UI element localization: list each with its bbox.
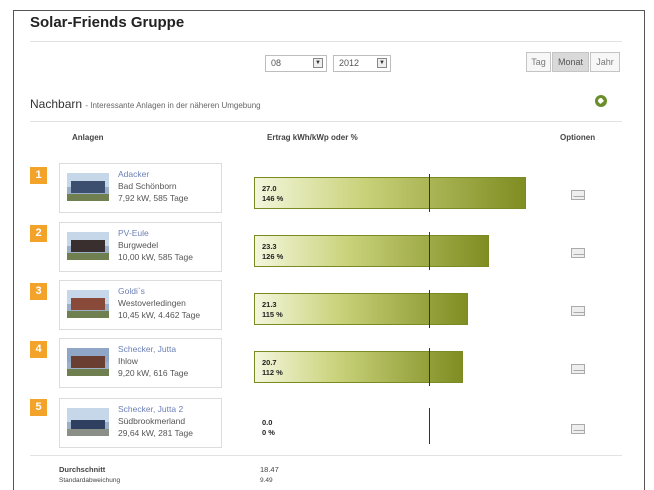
mail-icon[interactable]	[571, 306, 585, 316]
plant-card[interactable]: PV-Eule Burgwedel 10,00 kW, 585 Tage	[59, 222, 222, 272]
yield-bar	[254, 351, 463, 383]
std-deviation-value: 9.49	[260, 477, 273, 484]
average-marker	[429, 290, 430, 328]
year-select[interactable]: 2012 ▼	[333, 55, 391, 72]
yield-value: 21.3	[262, 300, 277, 309]
rank-badge: 3	[30, 283, 47, 300]
yield-percent: 146 %	[262, 194, 284, 203]
plant-location: Ihlow	[118, 356, 138, 366]
plant-location: Westoverledingen	[118, 298, 186, 308]
plant-card[interactable]: Schecker, Jutta Ihlow 9,20 kW, 616 Tage	[59, 338, 222, 388]
rank-badge: 2	[30, 225, 47, 242]
plant-location: Burgwedel	[118, 240, 159, 250]
yield-percent: 112 %	[262, 368, 283, 377]
yield-bar	[254, 177, 526, 209]
plant-thumbnail	[67, 348, 109, 376]
footer-divider	[30, 455, 622, 456]
plant-card[interactable]: Goldi`s Westoverledingen 10,45 kW, 4.462…	[59, 280, 222, 330]
year-value: 2012	[339, 58, 360, 68]
average-marker	[429, 348, 430, 386]
plant-info: 9,20 kW, 616 Tage	[118, 368, 189, 378]
plant-name-link[interactable]: PV-Eule	[118, 228, 149, 238]
month-select[interactable]: 08 ▼	[265, 55, 327, 72]
page-title: Solar-Friends Gruppe	[30, 14, 185, 31]
yield-value: 0.0	[262, 418, 273, 427]
mail-icon[interactable]	[571, 364, 585, 374]
yield-percent: 126 %	[262, 252, 284, 261]
globe-icon[interactable]	[595, 95, 607, 107]
plant-name-link[interactable]: Goldi`s	[118, 286, 145, 296]
yield-percent: 0 %	[262, 428, 275, 437]
column-header-ertrag: Ertrag kWh/kWp oder %	[267, 133, 358, 142]
average-marker	[429, 408, 430, 444]
average-label: Durchschnitt	[59, 465, 106, 474]
title-divider	[30, 41, 622, 42]
section-title: Nachbarn	[30, 97, 83, 111]
tab-jahr[interactable]: Jahr	[590, 52, 620, 72]
plant-name-link[interactable]: Adacker	[118, 169, 149, 179]
rank-badge: 5	[30, 399, 47, 416]
yield-percent: 115 %	[262, 310, 283, 319]
month-value: 08	[271, 58, 282, 68]
section-divider	[30, 121, 622, 122]
average-marker	[429, 174, 430, 212]
std-deviation-label: Standardabweichung	[59, 477, 121, 484]
plant-info: 10,00 kW, 585 Tage	[118, 252, 193, 262]
plant-thumbnail	[67, 173, 109, 201]
plant-thumbnail	[67, 408, 109, 436]
average-value: 18.47	[260, 465, 279, 474]
yield-value: 27.0	[262, 184, 277, 193]
plant-location: Bad Schönborn	[118, 181, 177, 191]
yield-value: 23.3	[262, 242, 277, 251]
section-subtitle: - Interessante Anlagen in der näheren Um…	[85, 101, 261, 110]
plant-thumbnail	[67, 290, 109, 318]
tab-tag[interactable]: Tag	[526, 52, 551, 72]
yield-value: 20.7	[262, 358, 277, 367]
plant-name-link[interactable]: Schecker, Jutta	[118, 344, 176, 354]
tab-monat[interactable]: Monat	[552, 52, 589, 72]
mail-icon[interactable]	[571, 190, 585, 200]
plant-info: 29,64 kW, 281 Tage	[118, 428, 193, 438]
mail-icon[interactable]	[571, 248, 585, 258]
plant-location: Südbrookmerland	[118, 416, 186, 426]
plant-name-link[interactable]: Schecker, Jutta 2	[118, 404, 183, 414]
chevron-down-icon: ▼	[313, 58, 323, 68]
plant-card[interactable]: Adacker Bad Schönborn 7,92 kW, 585 Tage	[59, 163, 222, 213]
rank-badge: 4	[30, 341, 47, 358]
chevron-down-icon: ▼	[377, 58, 387, 68]
column-header-anlagen: Anlagen	[72, 133, 104, 142]
column-header-optionen: Optionen	[560, 133, 596, 142]
plant-info: 10,45 kW, 4.462 Tage	[118, 310, 201, 320]
average-marker	[429, 232, 430, 270]
mail-icon[interactable]	[571, 424, 585, 434]
plant-thumbnail	[67, 232, 109, 260]
plant-info: 7,92 kW, 585 Tage	[118, 193, 189, 203]
yield-bar	[254, 293, 468, 325]
plant-card[interactable]: Schecker, Jutta 2 Südbrookmerland 29,64 …	[59, 398, 222, 448]
yield-bar	[254, 235, 489, 267]
rank-badge: 1	[30, 167, 47, 184]
section-header: Nachbarn - Interessante Anlagen in der n…	[30, 97, 261, 111]
